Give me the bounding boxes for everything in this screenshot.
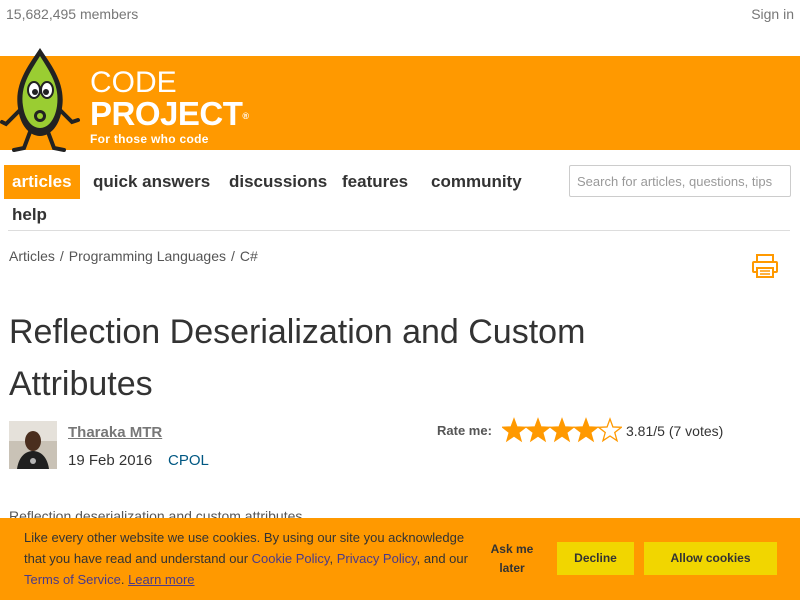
allow-cookies-button[interactable]: Allow cookies [644,542,777,575]
star-filled-icon[interactable] [502,417,528,443]
nav-articles[interactable]: articles [4,165,80,199]
breadcrumb-programming-languages[interactable]: Programming Languages [69,248,226,264]
rate-me-label: Rate me: [437,423,492,438]
license-link[interactable]: CPOL [168,452,209,469]
author-name[interactable]: Tharaka MTR [68,424,162,441]
rating-summary: 3.81/5 (7 votes) [626,423,724,439]
nav-quick-answers[interactable]: quick answers [93,172,210,192]
terms-link[interactable]: Terms of Service [24,572,121,587]
star-filled-icon[interactable] [548,417,576,443]
cookie-message: Like every other website we use cookies.… [24,530,468,587]
breadcrumb-separator: / [231,248,235,264]
brand-line-2: PROJECT® [90,95,249,132]
top-bar: 15,682,495 members Sign in [0,0,800,30]
nav-help[interactable]: help [12,205,47,225]
cookie-banner: Like every other website we use cookies.… [0,518,800,600]
nav-community[interactable]: community [431,172,522,192]
star-filled-icon[interactable] [524,417,552,443]
search-input[interactable] [569,165,791,197]
brand-wordmark[interactable]: CODE PROJECT® For those who code [90,66,249,147]
breadcrumb-separator: / [59,248,64,264]
publish-date: 19 Feb 2016 [68,452,153,469]
breadcrumb: Articles / Programming Languages / C# [9,248,258,264]
decline-button[interactable]: Decline [557,542,634,575]
breadcrumb-articles[interactable]: Articles [9,248,55,264]
sign-in-link[interactable]: Sign in [751,6,794,22]
nav-divider [8,230,790,231]
nav-discussions[interactable]: discussions [229,172,327,192]
member-count: 15,682,495 members [6,6,139,22]
print-icon[interactable] [751,253,779,279]
article-title: Reflection Deserialization and Custom At… [9,313,586,403]
star-empty-icon[interactable] [596,417,622,443]
star-filled-icon[interactable] [572,417,600,443]
rating-stars[interactable] [502,416,622,444]
ask-me-later-button[interactable]: Ask me later [484,540,540,578]
author-avatar[interactable] [9,421,57,469]
learn-more-link[interactable]: Learn more [128,572,194,587]
privacy-policy-link[interactable]: Privacy Policy [337,551,417,566]
brand-line-1: CODE [90,66,177,99]
brand-tagline: For those who code [90,132,209,146]
breadcrumb-csharp[interactable]: C# [240,248,258,264]
nav-features[interactable]: features [342,172,408,192]
cookie-policy-link[interactable]: Cookie Policy [252,551,330,566]
